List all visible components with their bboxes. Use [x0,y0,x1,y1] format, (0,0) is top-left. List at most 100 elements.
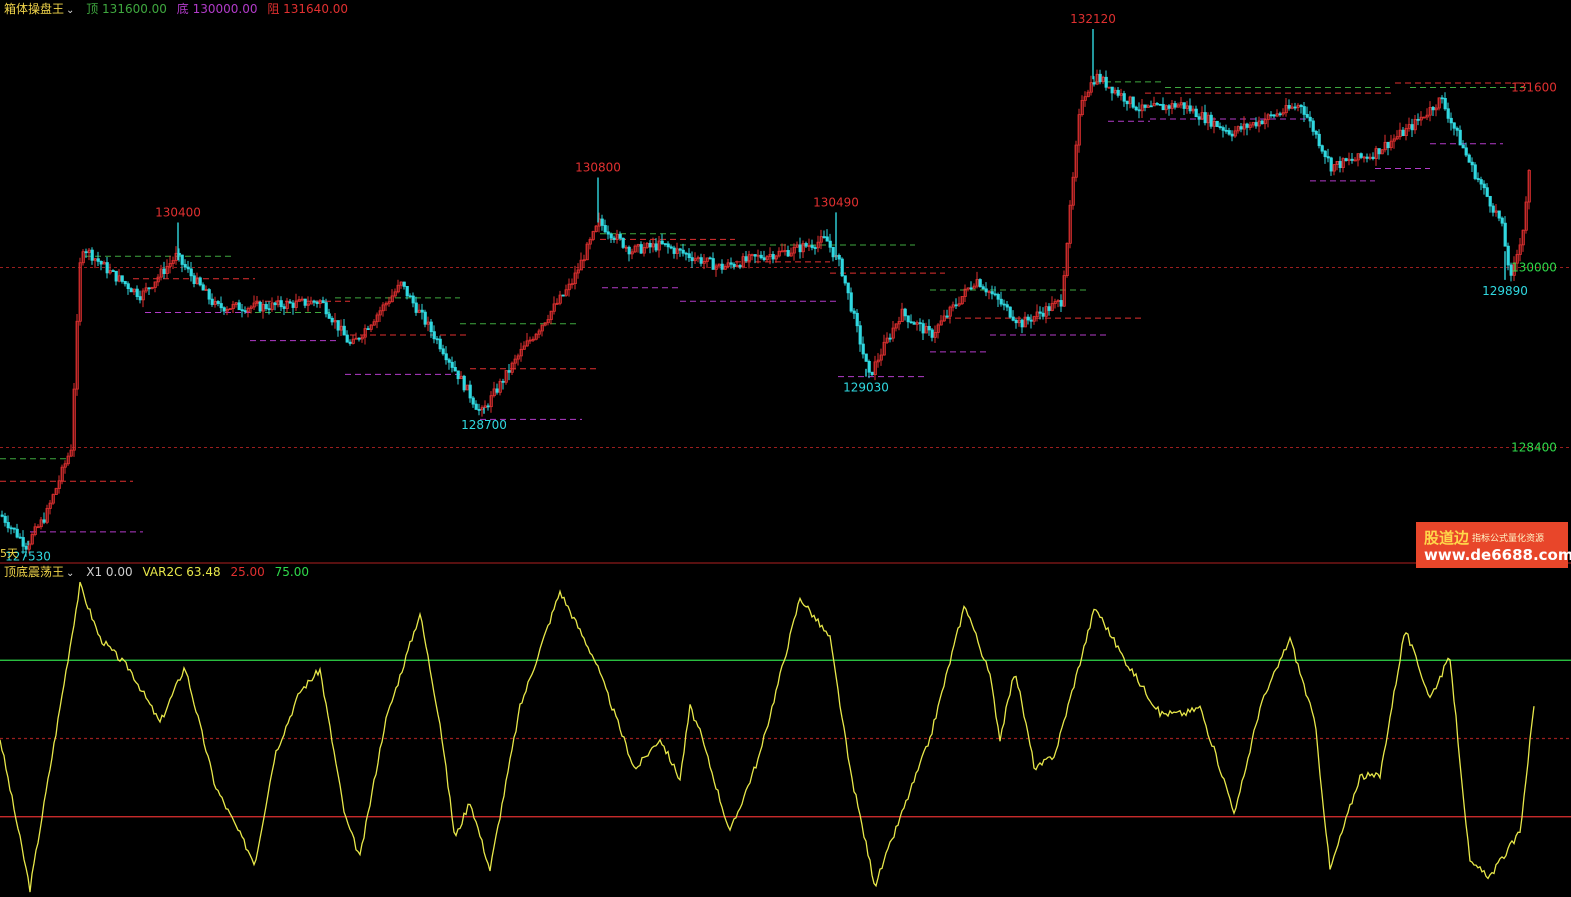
candle-body [1230,133,1234,137]
candle-body [1014,319,1018,324]
candle-body [462,375,466,391]
legend-x1: X1 0.00 [86,565,133,579]
candle-body [1209,114,1213,127]
candle-body [198,277,202,286]
candle-body [429,321,433,333]
candle-body [1059,300,1063,307]
candle-body [1458,129,1462,146]
candle-body [1092,82,1096,85]
candle-body [1350,158,1354,161]
extreme-label: 132120 [1070,12,1116,26]
indicator-name-bottom[interactable]: 顶底震荡王 [4,565,64,579]
candle-body [762,257,766,261]
candle-body [3,515,7,523]
candle-body [474,403,478,410]
candle-body [267,308,271,311]
box-lines [0,81,1530,533]
candle-body [945,315,949,318]
candle-body [1323,150,1327,158]
candle-body [21,537,25,547]
var2c-line [0,581,1535,893]
candle-body [1161,104,1165,111]
candle-body [678,248,682,251]
candle-body [1329,157,1333,172]
candle-body [192,275,196,284]
legend-level-25: 25.00 [230,565,265,579]
candle-body [732,263,736,267]
candle-body [84,251,88,254]
top-panel-reference-lines [0,267,1571,448]
candle-body [120,275,124,282]
candle-body [1326,156,1330,159]
extreme-label: 129890 [1482,284,1528,298]
candle-body [90,249,94,261]
candle-body [1452,122,1456,129]
candle-body [1026,316,1030,321]
candle-body [1029,319,1033,322]
candle-body [345,334,349,343]
candle-body [753,254,757,257]
extreme-label: 130800 [575,161,621,175]
legend-resistance: 阻 131640.00 [267,2,349,16]
candle-body [1254,122,1258,127]
candle-body [888,337,892,340]
candle-body [186,266,190,270]
candle-body [189,268,193,277]
candle-body [687,253,691,259]
legend-var2c: VAR2C 63.48 [142,565,221,579]
candle-body [918,322,922,325]
candle-body [453,367,457,372]
candle-body [237,302,241,311]
candle-body [348,341,352,344]
chevron-down-icon[interactable]: ⌄ [66,568,74,579]
candle-body [867,360,871,373]
legend-level-75: 75.00 [274,565,309,579]
extreme-label: 129030 [843,381,889,395]
candle-body [1302,106,1306,115]
chevron-down-icon[interactable]: ⌄ [66,5,74,16]
candle-body [1443,98,1447,110]
candle-body [870,371,874,376]
candle-body [12,527,16,530]
candle-body [1455,127,1459,131]
candle-body [1386,141,1390,149]
candle-body [1278,113,1282,116]
candle-body [828,240,832,248]
candle-body [1155,103,1159,105]
bottom-panel-header: 顶底震荡王 ⌄ X1 0.00 VAR2C 63.48 25.00 75.00 [4,565,315,581]
candle-body [1227,130,1231,135]
candle-body [105,262,109,274]
candle-body [1215,120,1219,127]
candle-body [981,286,985,290]
candle-body [1416,118,1420,121]
candle-body [501,380,505,383]
candle-body [810,245,814,248]
candle-body [699,257,703,264]
candlestick-series [0,69,1531,557]
candle-body [423,311,427,325]
candle-body [906,315,910,323]
candle-body [402,281,406,287]
candle-body [1002,303,1006,306]
candle-body [1125,100,1129,105]
candle-body [219,303,223,309]
candle-body [921,323,925,334]
candle-body [18,536,22,539]
indicator-name-top[interactable]: 箱体操盘王 [4,2,64,16]
candle-body [138,296,142,301]
candle-body [738,265,742,268]
candle-body [0,514,4,517]
candle-body [291,302,295,308]
candle-body [447,359,451,363]
candle-body [984,288,988,293]
candle-body [969,287,973,290]
candle-body [6,522,10,529]
candle-body [1194,108,1198,118]
candle-body [216,301,220,304]
candle-body [111,270,115,272]
candle-body [1287,105,1291,109]
candle-body [1239,126,1243,130]
candle-body [1131,96,1135,108]
candle-body [162,268,166,274]
right-level-labels: 131600 130000 128400 [1511,81,1557,455]
